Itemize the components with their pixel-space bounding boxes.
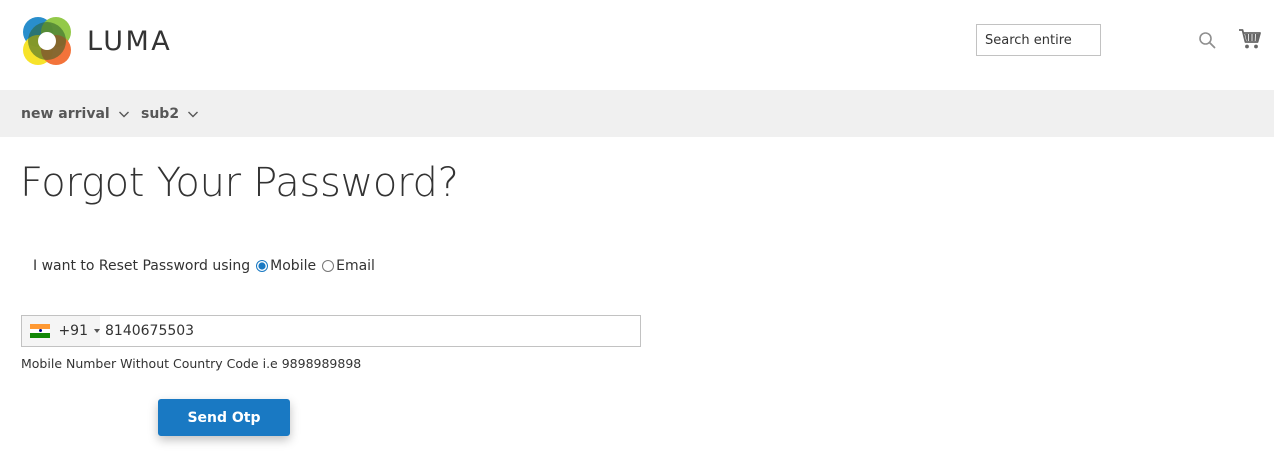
mobile-radio[interactable] [256,260,269,272]
page-header: LUMA [0,0,1274,90]
chevron-down-icon [188,111,199,117]
email-option-label[interactable]: Email [336,258,375,274]
country-code-select[interactable]: +91 [22,316,100,346]
logo-text: LUMA [87,25,173,57]
reset-method-group: I want to Reset Password using Mobile Em… [33,256,375,276]
nav-item-label: new arrival [21,105,110,122]
chevron-down-icon [118,111,129,117]
phone-field: +91 [21,315,641,347]
store-logo-link[interactable]: LUMA [21,15,172,67]
dial-code: +91 [58,323,88,339]
cart-icon[interactable] [1238,27,1262,51]
page-title: Forgot Your Password? [20,160,459,206]
search-input[interactable] [976,24,1101,56]
mobile-number-hint: Mobile Number Without Country Code i.e 9… [21,356,362,371]
india-flag-icon [30,324,51,338]
main-navigation: new arrival sub2 [0,90,1274,137]
email-radio[interactable] [322,260,335,272]
reset-method-label: I want to Reset Password using [33,258,251,274]
luma-logo-icon [23,17,71,65]
send-otp-button[interactable]: Send Otp [158,399,290,436]
nav-item-new-arrival[interactable]: new arrival [21,90,130,137]
mobile-option-label[interactable]: Mobile [270,258,316,274]
search-icon[interactable] [1198,31,1216,49]
nav-item-sub2[interactable]: sub2 [141,90,199,137]
mobile-number-input[interactable] [100,316,640,346]
nav-item-label: sub2 [141,105,180,122]
